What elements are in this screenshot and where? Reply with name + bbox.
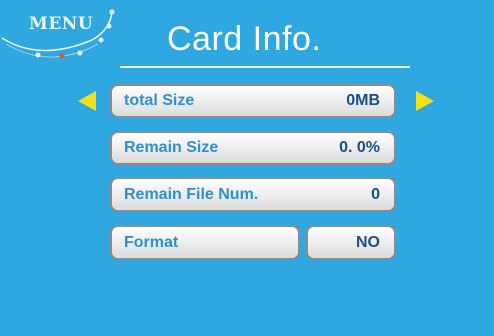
total-size-row[interactable]: total Size 0MB: [110, 84, 396, 118]
total-size-label: total Size: [124, 92, 195, 109]
remain-size-value: 0. 0%: [339, 139, 380, 156]
triangle-right-icon[interactable]: [416, 91, 434, 111]
remain-file-num-value: 0: [371, 185, 380, 203]
format-row[interactable]: Format: [110, 225, 300, 260]
format-label: Format: [124, 233, 179, 251]
menu-label: MENU: [29, 14, 94, 34]
triangle-left-icon[interactable]: [78, 91, 96, 111]
page-title: Card Info.: [167, 20, 322, 58]
remain-size-label: Remain Size: [124, 139, 219, 156]
remain-file-num-label: Remain File Num.: [124, 185, 259, 203]
remain-file-num-row[interactable]: Remain File Num. 0: [110, 177, 396, 212]
remain-size-row[interactable]: Remain Size 0. 0%: [110, 131, 396, 165]
format-value-box[interactable]: NO: [306, 225, 396, 260]
format-value: NO: [356, 233, 380, 251]
title-divider: [120, 66, 410, 68]
total-size-value: 0MB: [346, 92, 380, 109]
menu-button[interactable]: MENU: [0, 0, 130, 62]
